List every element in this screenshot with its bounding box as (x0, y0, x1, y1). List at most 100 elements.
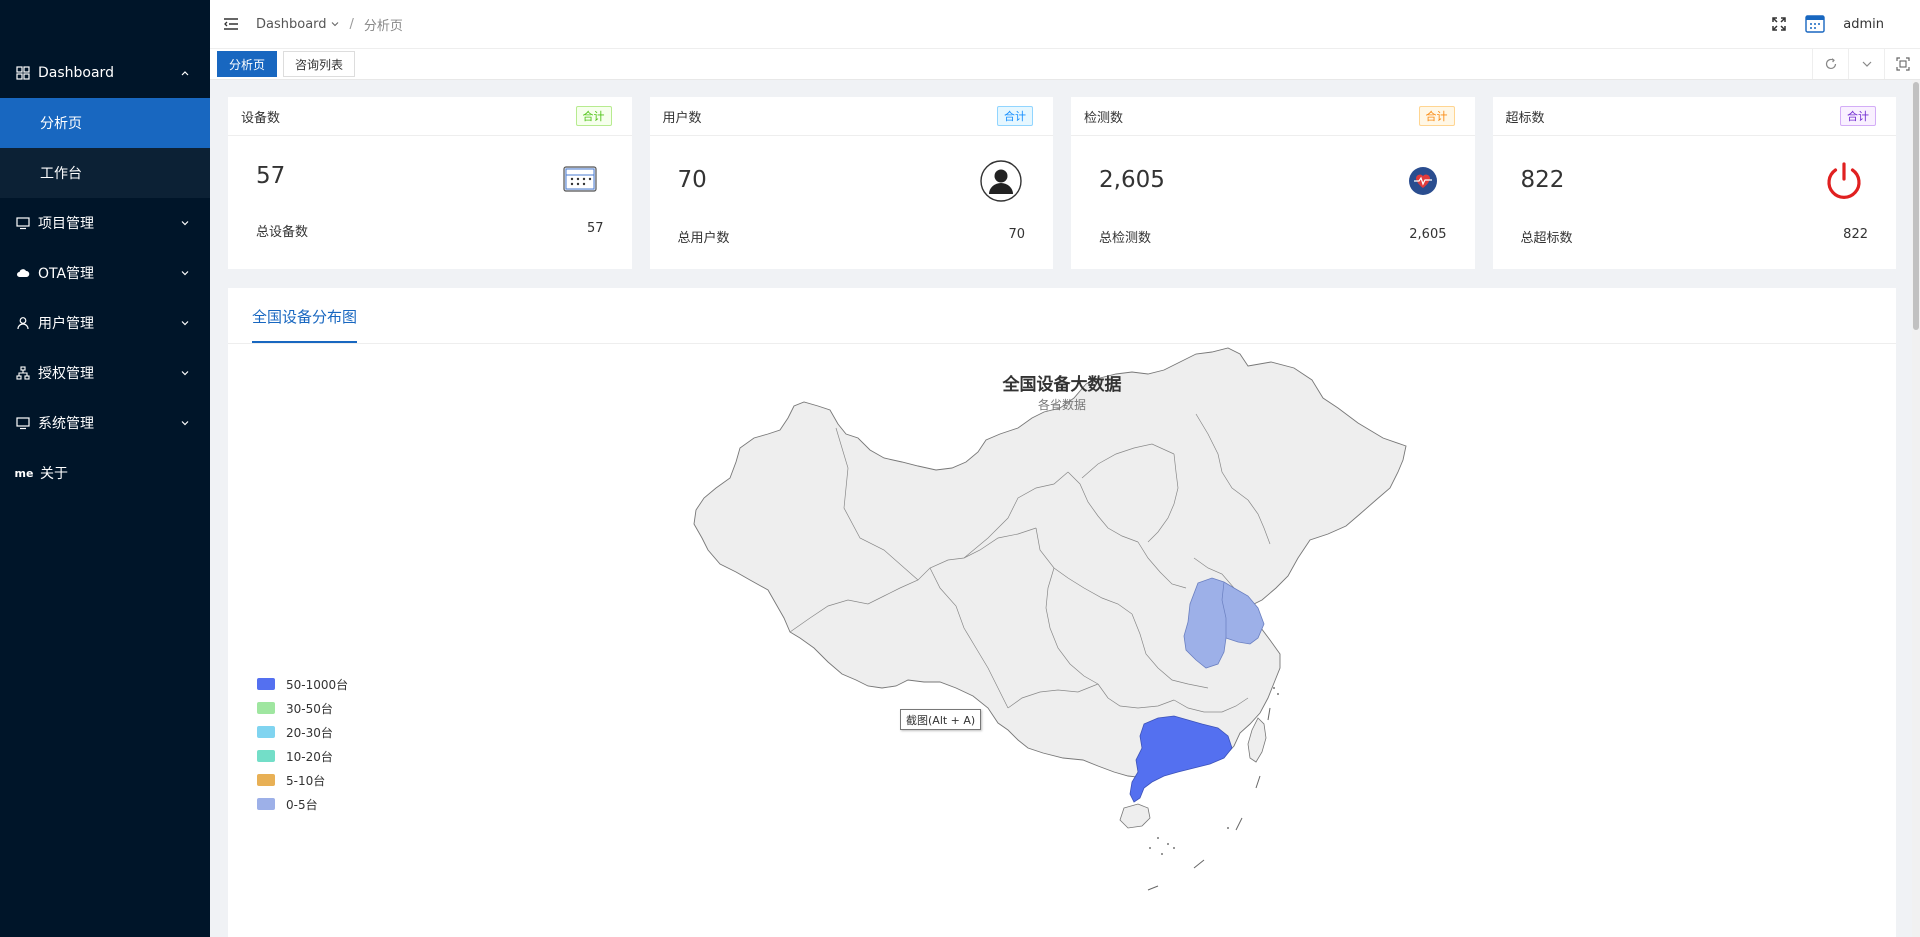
avatar[interactable] (1805, 15, 1825, 33)
legend-swatch (257, 726, 275, 738)
sidebar: Dashboard 分析页 工作台 项目管理 OTA管理 用户管理 授权管理 系… (0, 0, 210, 937)
dashboard-grid-icon (16, 66, 30, 80)
legend-label: 30-50台 (286, 701, 333, 716)
map-region-taiwan[interactable] (1247, 717, 1267, 763)
total-tag: 合计 (997, 106, 1033, 126)
tab-consult-list[interactable]: 咨询列表 (283, 51, 356, 77)
sidebar-menu: Dashboard 分析页 工作台 项目管理 OTA管理 用户管理 授权管理 系… (0, 48, 210, 498)
cloud-icon (16, 266, 30, 280)
sidebar-item-label: 分析页 (40, 116, 82, 132)
legend-item[interactable]: 0-5台 (257, 792, 348, 816)
sidebar-item-projects[interactable]: 项目管理 (0, 198, 210, 248)
heartbeat-icon (1401, 159, 1445, 203)
sidebar-item-system[interactable]: 系统管理 (0, 398, 210, 448)
sidebar-item-label: 关于 (40, 466, 68, 482)
device-count-card: 设备数 合计 57 总设备数 57 (228, 97, 632, 269)
map-title: 全国设备大数据 (1002, 375, 1122, 395)
sidebar-item-users[interactable]: 用户管理 (0, 298, 210, 348)
legend-label: 50-1000台 (286, 677, 349, 692)
chevron-down-icon (180, 418, 190, 428)
legend-label: 10-20台 (286, 749, 333, 764)
menu-fold-icon[interactable] (222, 15, 240, 33)
legend-swatch (257, 702, 275, 714)
card-header: 用户数 合计 (649, 97, 1053, 136)
page-scrollbar[interactable] (1912, 80, 1920, 937)
map-region-guangdong[interactable] (1129, 715, 1233, 803)
total-tag: 合计 (1418, 106, 1455, 126)
card-footer-label: 总设备数 (256, 225, 309, 240)
card-footer-value: 70 (1008, 227, 1025, 242)
card-header: 检测数 合计 (1071, 97, 1475, 136)
legend-item[interactable]: 10-20台 (257, 744, 348, 768)
card-footer-label: 总检测数 (1099, 231, 1152, 246)
chevron-down-icon (1861, 58, 1873, 70)
tabs-dropdown-button[interactable] (1848, 49, 1884, 79)
scrollbar-thumb[interactable] (1913, 82, 1919, 330)
card-title: 超标数 (1505, 110, 1545, 126)
top-header: Dashboard / 分析页 admin (210, 0, 1920, 48)
monitor-icon (16, 216, 30, 230)
legend-item[interactable]: 50-1000台 (257, 672, 348, 696)
user-icon (16, 316, 30, 330)
card-footer: 总检测数 2,605 (1099, 227, 1447, 246)
chevron-up-icon (180, 68, 190, 78)
sidebar-item-label: 项目管理 (38, 216, 94, 232)
card-footer: 总超标数 822 (1521, 227, 1869, 246)
chevron-down-icon (180, 318, 190, 328)
sidebar-item-analysis[interactable]: 分析页 (0, 98, 210, 148)
card-footer-value: 57 (586, 221, 604, 236)
device-panel-icon (558, 157, 602, 201)
tab-fullscreen-button[interactable] (1884, 49, 1920, 79)
card-footer-value: 822 (1843, 227, 1868, 242)
user-count-card: 用户数 合计 70 总用户数 70 (649, 97, 1053, 269)
chevron-down-icon (180, 218, 190, 228)
card-header: 设备数 合计 (228, 97, 632, 136)
breadcrumb-dashboard[interactable]: Dashboard (256, 17, 327, 32)
legend-swatch (257, 678, 275, 690)
legend-label: 0-5台 (286, 797, 318, 812)
user-avatar-icon (979, 159, 1023, 203)
sidebar-submenu-dashboard: 分析页 工作台 (0, 98, 210, 198)
detection-count-card: 检测数 合计 2,605 总检测数 2,605 (1071, 97, 1475, 269)
total-tag: 合计 (575, 106, 612, 126)
power-icon (1822, 159, 1866, 203)
map-legend: 50-1000台 30-50台 20-30台 10-20台 5-10台 0-5台 (257, 672, 348, 816)
sidebar-item-label: 用户管理 (38, 316, 94, 332)
fullscreen-icon[interactable] (1771, 16, 1787, 32)
chevron-down-icon (180, 368, 190, 378)
card-value: 57 (256, 163, 286, 189)
screenshot-tooltip: 截图(Alt + A) (900, 709, 982, 730)
sidebar-item-label: 授权管理 (38, 366, 94, 382)
sidebar-item-about[interactable]: me 关于 (0, 448, 210, 498)
legend-item[interactable]: 5-10台 (257, 768, 348, 792)
tab-analysis[interactable]: 分析页 (217, 51, 278, 77)
legend-swatch (257, 750, 275, 762)
tabs-tools (1812, 49, 1920, 79)
refresh-button[interactable] (1812, 49, 1848, 79)
sidebar-item-authorization[interactable]: 授权管理 (0, 348, 210, 398)
map-region-hainan[interactable] (1119, 803, 1151, 829)
sidebar-item-label: OTA管理 (38, 266, 95, 282)
card-footer: 总用户数 70 (678, 227, 1026, 246)
sidebar-item-dashboard[interactable]: Dashboard (0, 48, 210, 98)
sidebar-item-workbench[interactable]: 工作台 (0, 148, 210, 198)
card-title: 检测数 (1084, 110, 1124, 126)
username[interactable]: admin (1843, 17, 1884, 32)
chevron-down-icon (330, 19, 340, 29)
card-value: 2,605 (1099, 167, 1165, 193)
legend-item[interactable]: 30-50台 (257, 696, 348, 720)
chevron-down-icon (180, 268, 190, 278)
card-title: 用户数 (662, 110, 702, 126)
legend-label: 20-30台 (286, 725, 333, 740)
monitor-icon (16, 416, 30, 430)
breadcrumb-current: 分析页 (363, 18, 403, 34)
refresh-icon (1824, 57, 1838, 71)
card-value: 822 (1520, 167, 1565, 193)
legend-swatch (257, 798, 275, 810)
sidebar-item-ota[interactable]: OTA管理 (0, 248, 210, 298)
legend-item[interactable]: 20-30台 (257, 720, 348, 744)
legend-swatch (257, 774, 275, 786)
legend-label: 5-10台 (286, 773, 326, 788)
tabs-bar: 分析页 咨询列表 (210, 48, 1920, 80)
map-subtitle: 各省数据 (1037, 398, 1086, 412)
